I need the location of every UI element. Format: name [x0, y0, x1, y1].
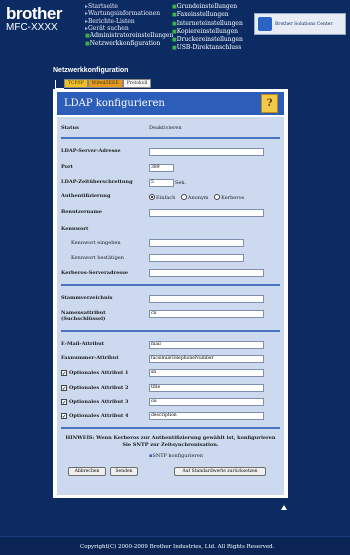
auth-label: Authentifizierung	[61, 193, 111, 199]
fax-attr-label: Faxnummer-Attribut	[61, 355, 119, 361]
solutions-center-icon	[258, 17, 272, 31]
opt1-checkbox[interactable]: ✓	[61, 370, 67, 377]
opt4-checkbox[interactable]: ✓	[61, 413, 67, 420]
reset-defaults-button[interactable]: Auf Standardwerte zurücksetzen	[174, 467, 266, 476]
auth-options: Einfach Anonym Kerberos	[149, 193, 244, 201]
password-confirm-label: Kennwort bestätigen	[71, 255, 124, 261]
kerberos-label: Kerberos-Serveradresse	[61, 270, 129, 276]
password-enter-label: Kennwort eingeben	[71, 240, 121, 246]
brand-logo: brother	[6, 4, 63, 23]
submit-button[interactable]: Senden	[110, 467, 138, 476]
status-value: Deaktivieren	[149, 125, 182, 131]
email-attr-label: E-Mail-Attribut	[61, 341, 105, 347]
kerberos-input[interactable]	[149, 269, 264, 277]
auth-option-anonymous: Anonym	[187, 195, 209, 201]
password-enter-input[interactable]	[149, 239, 244, 247]
opt3-label: ✓ Optionales Attribut 3	[61, 398, 129, 406]
opt3-label-text: Optionales Attribut 3	[69, 399, 129, 405]
tab-tcpip[interactable]: TCP/IP	[64, 79, 88, 88]
divider	[61, 137, 280, 139]
timeout-input[interactable]: 5	[149, 179, 174, 187]
section-title: Netzwerkkonfiguration	[53, 67, 129, 74]
root-dir-input[interactable]	[149, 295, 264, 303]
username-input[interactable]	[149, 209, 264, 217]
ldap-panel: LDAP konfigurieren ? Status Deaktivieren…	[53, 89, 288, 498]
name-attr-sublabel: (Suchschlüssel)	[61, 316, 106, 322]
nav-link-reports[interactable]: Berichte-Listen	[85, 18, 173, 25]
help-icon[interactable]: ?	[261, 94, 278, 113]
opt1-label-text: Optionales Attribut 1	[69, 370, 129, 376]
nav-link-network-config[interactable]: Netzwerkkonfiguration	[85, 40, 173, 48]
nav-link-home[interactable]: Startseite	[85, 3, 173, 10]
tab-wired[interactable]: Wired/IEEE	[87, 79, 123, 88]
footer: Copyright(C) 2000-2009 Brother Industrie…	[0, 536, 350, 555]
fax-attr-input[interactable]: facsimileTelephoneNumber	[149, 355, 264, 363]
auth-option-kerberos: Kerberos	[221, 195, 245, 201]
port-input[interactable]: 389	[149, 164, 174, 172]
opt3-checkbox[interactable]: ✓	[61, 399, 67, 406]
cancel-button[interactable]: Abbrechen	[68, 467, 106, 476]
username-label: Benutzername	[61, 209, 102, 215]
name-attr-input[interactable]: cn	[149, 310, 264, 318]
tab-bar: TCP/IP Wired/IEEE Protokoll	[64, 79, 152, 88]
timeout-unit: Sek.	[175, 180, 187, 186]
divider	[61, 284, 280, 286]
opt4-input[interactable]: description	[149, 412, 264, 420]
port-label: Port	[61, 164, 73, 170]
server-label: LDAP-Server-Adresse	[61, 148, 121, 154]
opt2-input[interactable]: title	[149, 384, 264, 392]
email-attr-input[interactable]: mail	[149, 341, 264, 349]
tab-protocol[interactable]: Protokoll	[122, 79, 152, 88]
opt2-label: ✓ Optionales Attribut 2	[61, 384, 129, 392]
auth-radio-kerberos[interactable]	[214, 194, 221, 200]
panel-title-bar: LDAP konfigurieren ?	[57, 92, 284, 115]
solutions-center-button[interactable]: Brother Solutions Center	[254, 13, 346, 35]
nav-link-maintenance[interactable]: Wartungsinformationen	[85, 10, 173, 17]
nav-column-1: Startseite Wartungsinformationen Bericht…	[85, 3, 173, 49]
nav-link-fax[interactable]: Faxeinstellungen	[172, 11, 243, 19]
nav-column-2: Grundeinstellungen Faxeinstellungen Inte…	[172, 3, 243, 53]
panel-title: LDAP konfigurieren	[64, 98, 165, 109]
opt1-input[interactable]: sn	[149, 369, 264, 377]
nav-link-copy[interactable]: Kopiereinstellungen	[172, 28, 243, 36]
auth-option-simple: Einfach	[156, 195, 176, 201]
header: brother MFC-XXXX Startseite Wartungsinfo…	[0, 0, 350, 52]
form-area: Status Deaktivieren LDAP-Server-Adresse …	[57, 117, 284, 495]
opt4-label: ✓ Optionales Attribut 4	[61, 412, 129, 420]
sntp-config-link[interactable]: SNTP konfigurieren	[149, 453, 203, 459]
model-name: MFC-XXXX	[6, 22, 58, 33]
solutions-center-label: Brother Solutions Center	[275, 21, 333, 27]
auth-radio-anonymous[interactable]	[180, 194, 187, 200]
opt1-label: ✓ Optionales Attribut 1	[61, 369, 129, 377]
nav-link-printer[interactable]: Druckereinstellungen	[172, 36, 243, 44]
nav-link-find-device[interactable]: Gerät suchen	[85, 25, 173, 32]
opt2-checkbox[interactable]: ✓	[61, 385, 67, 392]
opt2-label-text: Optionales Attribut 2	[69, 385, 129, 391]
status-label: Status	[61, 125, 79, 131]
timeout-label: LDAP-Zeitüberschreitung	[61, 179, 133, 185]
server-input[interactable]	[149, 148, 264, 156]
tab-connector	[55, 80, 64, 89]
scroll-top-icon[interactable]	[281, 505, 287, 510]
password-confirm-input[interactable]	[149, 254, 244, 262]
auth-radio-simple[interactable]	[149, 194, 155, 200]
password-label: Kennwort	[61, 226, 89, 232]
copyright-text: Copyright(C) 2000-2009 Brother Industrie…	[80, 544, 275, 550]
nav-link-admin[interactable]: Administratoreinstellungen	[85, 32, 174, 40]
divider	[61, 330, 280, 332]
nav-link-internet[interactable]: Interneteinstellungen	[172, 20, 243, 28]
divider	[61, 427, 280, 429]
opt3-input[interactable]: ou	[149, 398, 264, 406]
kerberos-note: HINWEIS: Wenn Kerberos zur Authentifizie…	[65, 435, 276, 448]
nav-link-general[interactable]: Grundeinstellungen	[172, 3, 243, 11]
root-dir-label: Stammverzeichnis	[61, 295, 113, 301]
opt4-label-text: Optionales Attribut 4	[69, 413, 129, 419]
nav-link-usb-direct[interactable]: USB-Direktanschluss	[172, 44, 243, 52]
